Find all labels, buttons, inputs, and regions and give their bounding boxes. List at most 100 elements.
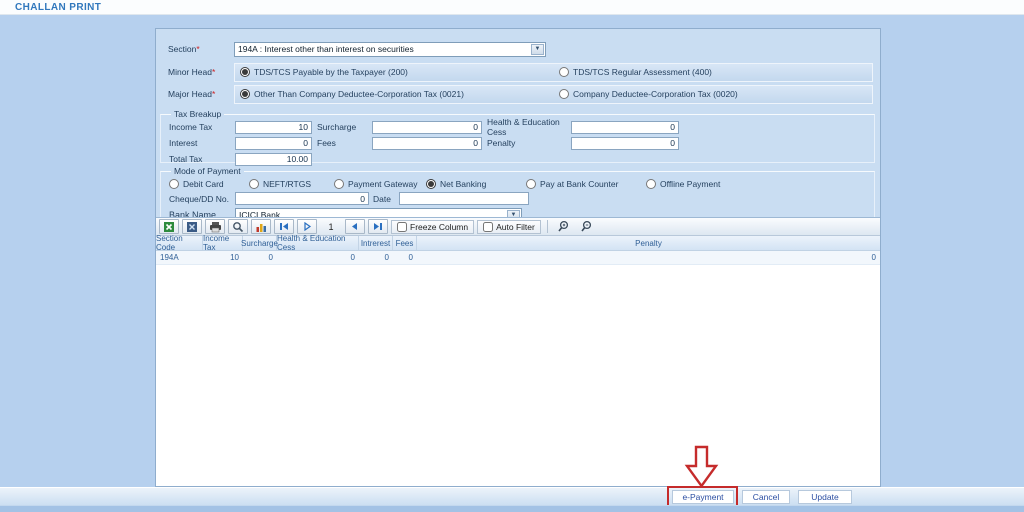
cell-cess: 0 [277,251,359,264]
column-header[interactable]: Health & Education Cess [277,236,359,250]
date-input[interactable] [399,192,529,205]
cell-surcharge: 0 [243,251,277,264]
payment-option-neft-rtgs[interactable]: NEFT/RTGS [249,179,334,189]
column-header[interactable]: Income Tax [203,236,243,250]
surcharge-label: Surcharge [317,122,372,132]
pager-last-button[interactable] [368,219,388,234]
magnifier-minus-button[interactable] [577,219,597,234]
cheque-date-row: Cheque/DD No. Date [169,191,868,206]
mode-of-payment-fieldset: Mode of Payment Debit Card NEFT/RTGS Pay… [160,166,875,218]
cancel-button[interactable]: Cancel [742,490,790,504]
auto-filter-checkbox[interactable] [483,222,493,232]
major-head-option-0021[interactable]: Other Than Company Deductee-Corporation … [240,89,464,99]
toolbar-divider [547,220,548,233]
minor-head-option-400[interactable]: TDS/TCS Regular Assessment (400) [559,67,712,77]
section-select[interactable]: 194A : Interest other than interest on s… [234,42,546,57]
tax-breakup-row-1: Income Tax Surcharge Health & Education … [169,119,868,135]
page-title: CHALLAN PRINT [15,2,101,13]
fees-input[interactable] [372,137,482,150]
penalty-label: Penalty [487,138,571,148]
interest-input[interactable] [235,137,312,150]
cell-income-tax: 10 [203,251,243,264]
payment-option-pay-at-bank-counter[interactable]: Pay at Bank Counter [526,179,646,189]
pager-next-icon [302,222,312,231]
freeze-column-toggle[interactable]: Freeze Column [391,220,474,234]
major-head-radio-0020[interactable] [559,89,569,99]
payment-option-payment-gateway[interactable]: Payment Gateway [334,179,426,189]
net-banking-radio[interactable] [426,179,436,189]
cess-label: Health & Education Cess [487,117,571,137]
neft-rtgs-radio[interactable] [249,179,259,189]
pager-last-icon [373,222,383,231]
minor-head-option-200[interactable]: TDS/TCS Payable by the Taxpayer (200) [240,67,408,77]
challan-print-screen: CHALLAN PRINT Section* 194A : Interest o… [0,0,1024,512]
freeze-column-checkbox[interactable] [397,222,407,232]
column-header[interactable]: Intrerest [359,236,393,250]
cheque-dd-no-label: Cheque/DD No. [169,194,235,204]
chart-button[interactable] [251,219,271,234]
table-row[interactable]: 194A 10 0 0 0 0 0 [156,251,880,265]
payment-option-net-banking[interactable]: Net Banking [426,179,526,189]
date-label: Date [373,194,399,204]
payment-option-offline-payment[interactable]: Offline Payment [646,179,720,189]
pay-at-bank-counter-radio[interactable] [526,179,536,189]
cell-section-code: 194A [156,251,203,264]
minor-head-options: TDS/TCS Payable by the Taxpayer (200) TD… [234,63,873,82]
print-icon [209,221,222,233]
search-button[interactable] [228,219,248,234]
column-header[interactable]: Surcharge [243,236,277,250]
export-file-icon [186,221,198,233]
tax-breakup-fieldset: Tax Breakup Income Tax Surcharge Health … [160,109,875,163]
income-tax-label: Income Tax [169,122,235,132]
payment-option-debit-card[interactable]: Debit Card [169,179,249,189]
pager-first-button[interactable] [274,219,294,234]
magnifier-plus-button[interactable] [554,219,574,234]
debit-card-radio[interactable] [169,179,179,189]
column-header[interactable]: Penalty [417,236,880,250]
minor-head-radio-400[interactable] [559,67,569,77]
pager-prev-button[interactable] [345,219,365,234]
minor-head-radio-200[interactable] [240,67,250,77]
grid-header-row: Section Code Income Tax Surcharge Health… [156,236,880,251]
update-button[interactable]: Update [798,490,852,504]
column-header[interactable]: Section Code [156,236,203,250]
pager-next-button[interactable] [297,219,317,234]
print-button[interactable] [205,219,225,234]
surcharge-input[interactable] [372,121,482,134]
grid-toolbar: 1 Freeze Column Auto Filter [156,218,880,236]
chart-icon [255,221,267,233]
column-header[interactable]: Fees [393,236,417,250]
pager-prev-icon [350,222,360,231]
cheque-dd-no-input[interactable] [235,192,369,205]
section-label: Section* [168,44,234,54]
section-select-value: 194A : Interest other than interest on s… [238,44,414,54]
magnifier-minus-icon [580,220,593,233]
minor-head-label: Minor Head* [168,67,234,77]
red-down-arrow-annotation [684,445,720,489]
excel-export-button[interactable] [159,219,179,234]
cess-input[interactable] [571,121,679,134]
total-tax-input[interactable] [235,153,312,166]
challan-grid: 1 Freeze Column Auto Filter [156,217,880,486]
chevron-down-icon[interactable]: ▼ [531,44,544,55]
section-row: Section* 194A : Interest other than inte… [156,37,880,61]
excel-export-icon [163,221,175,233]
search-icon [232,221,244,233]
offline-payment-radio[interactable] [646,179,656,189]
e-payment-button[interactable]: e-Payment [672,490,734,504]
bottom-strip [0,505,1024,512]
income-tax-input[interactable] [235,121,312,134]
grid-empty-area [156,265,880,486]
export-file-button[interactable] [182,219,202,234]
penalty-input[interactable] [571,137,679,150]
major-head-options: Other Than Company Deductee-Corporation … [234,85,873,104]
pager-first-icon [279,222,289,231]
major-head-radio-0021[interactable] [240,89,250,99]
payment-gateway-radio[interactable] [334,179,344,189]
major-head-option-0020[interactable]: Company Deductee-Corporation Tax (0020) [559,89,738,99]
tax-breakup-row-3: Total Tax [169,151,868,167]
interest-label: Interest [169,138,235,148]
total-tax-label: Total Tax [169,154,235,164]
page-number: 1 [320,222,342,232]
auto-filter-toggle[interactable]: Auto Filter [477,220,541,234]
